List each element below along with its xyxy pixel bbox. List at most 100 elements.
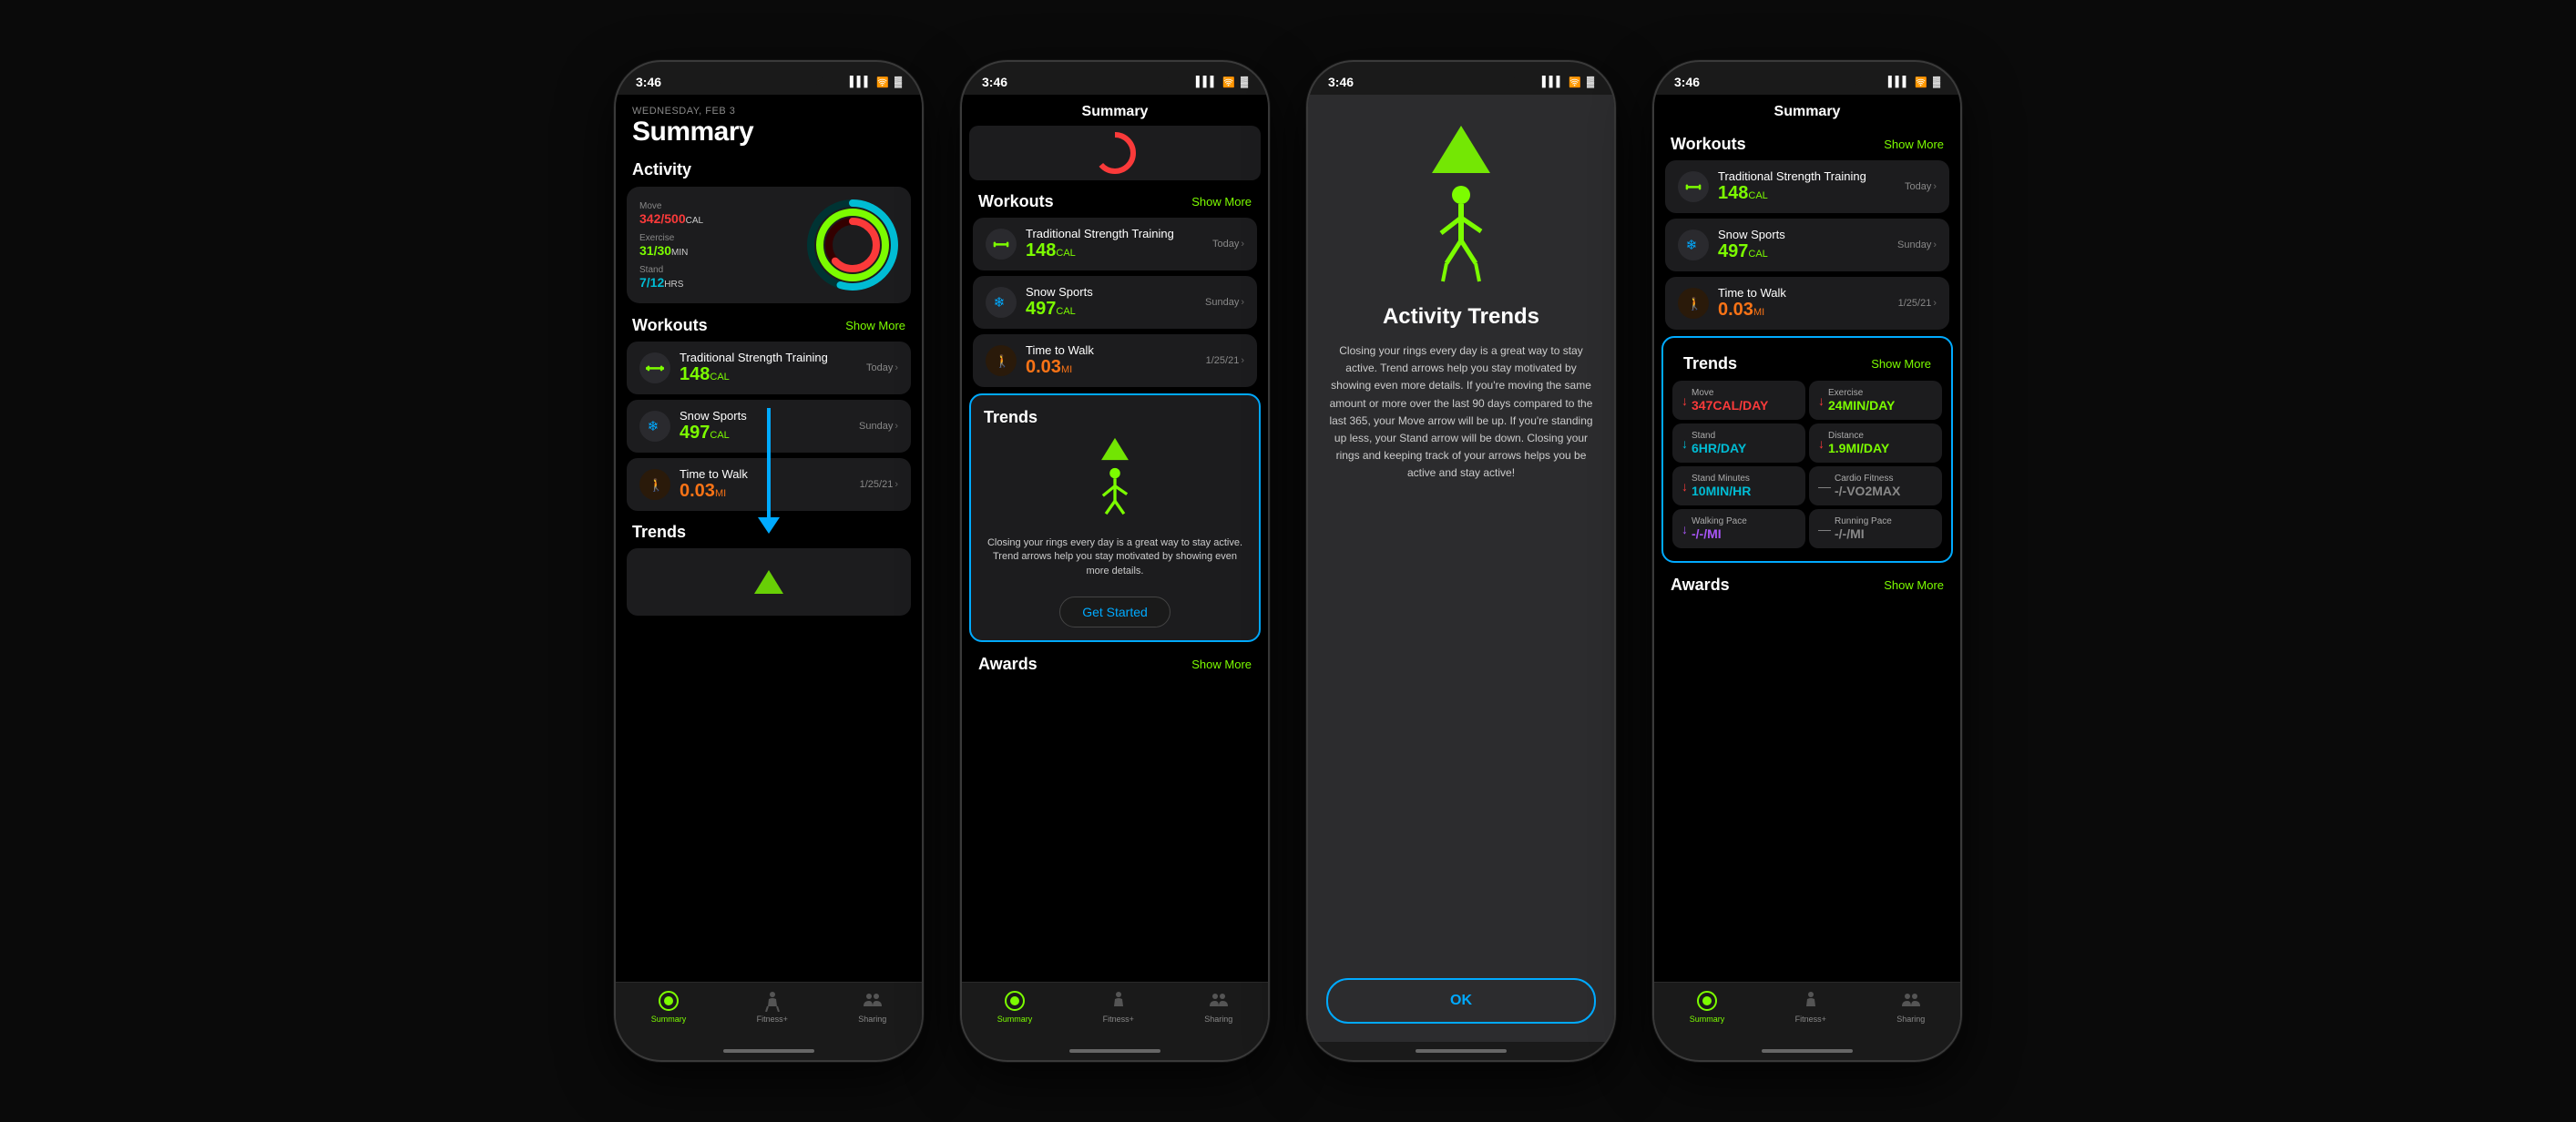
workouts-show-more-s4[interactable]: Show More xyxy=(1884,138,1944,151)
workout-walk-cal-s4: 0.03MI xyxy=(1718,300,1889,321)
svg-text:🚶: 🚶 xyxy=(649,477,664,492)
trends-section-header-s4: Trends Show More xyxy=(1672,347,1942,377)
status-time-3: 3:46 xyxy=(1328,75,1354,89)
trends-desc-s2: Closing your rings every day is a great … xyxy=(984,536,1246,578)
trends-up-arrow-s2 xyxy=(1097,436,1133,462)
tab-fitness-2[interactable]: Fitness+ xyxy=(1103,990,1134,1024)
modal-up-arrow xyxy=(1425,122,1498,177)
strength-icon xyxy=(639,352,670,383)
sharing-icon-1 xyxy=(862,990,884,1012)
exercise-label: Exercise xyxy=(639,233,794,243)
activity-rings-area: Move 342/500CAL Exercise 31/30MIN Stand … xyxy=(627,187,911,303)
trend-stand-min: ↓ Stand Minutes 10MIN/HR xyxy=(1672,466,1805,505)
trends-box-title: Trends xyxy=(984,408,1246,427)
trend-cardio-row: — Cardio Fitness -/-VO2MAX xyxy=(1818,474,1933,498)
workout-item-strength-s4[interactable]: Traditional Strength Training 148CAL Tod… xyxy=(1665,160,1949,213)
modal-walker-figure xyxy=(1425,186,1498,286)
trend-run-pace-info: Running Pace -/-/MI xyxy=(1835,516,1892,541)
tab-fitness-4[interactable]: Fitness+ xyxy=(1795,990,1826,1024)
exercise-value: 31/30MIN xyxy=(639,243,794,258)
screen2-title: Summary xyxy=(962,95,1268,126)
home-bar-1 xyxy=(723,1049,814,1053)
battery-icon: ▓ xyxy=(894,76,902,87)
trend-stand-info: Stand 6HR/DAY xyxy=(1692,431,1746,455)
workout-snow-cal-s4: 497CAL xyxy=(1718,241,1888,262)
tab-sharing-1[interactable]: Sharing xyxy=(858,990,886,1024)
signal-icon-3: ▌▌▌ xyxy=(1542,76,1563,87)
snow-svg-s2: ❄ xyxy=(992,293,1010,311)
tab-bar-2: Summary Fitness+ Sharing xyxy=(962,982,1268,1042)
battery-icon-4: ▓ xyxy=(1933,76,1940,87)
tab-bar-1: Summary Fitness+ xyxy=(616,982,922,1042)
workout-walk-meta-s4: 1/25/21 › xyxy=(1898,298,1937,309)
workout-walk-name-s4: Time to Walk xyxy=(1718,286,1889,300)
workout-item-strength[interactable]: Traditional Strength Training 148CAL Tod… xyxy=(627,342,911,394)
status-time-4: 3:46 xyxy=(1674,75,1700,89)
workout-item-snow-s4[interactable]: ❄ Snow Sports 497CAL Sunday › xyxy=(1665,219,1949,271)
awards-show-more-s2[interactable]: Show More xyxy=(1191,658,1252,671)
workout-strength-info-s4: Traditional Strength Training 148CAL xyxy=(1718,169,1896,204)
workout-snow-meta-s2: Sunday › xyxy=(1205,297,1244,308)
partial-top xyxy=(969,126,1261,180)
exercise-stat: Exercise 31/30MIN xyxy=(639,233,794,258)
blue-arrow-indicator xyxy=(758,408,780,534)
home-indicator-2 xyxy=(962,1042,1268,1060)
get-started-wrapper: Get Started xyxy=(984,587,1246,627)
tab-sharing-4[interactable]: Sharing xyxy=(1896,990,1925,1024)
screen-4: Summary Workouts Show More Traditional S… xyxy=(1654,95,1960,982)
battery-icon-3: ▓ xyxy=(1587,76,1594,87)
workout-strength-cal: 148CAL xyxy=(680,364,857,385)
phone-1: 3:46 ▌▌▌ 🛜 ▓ WEDNESDAY, FEB 3 Summary Ac… xyxy=(614,60,924,1062)
workout-walk-info-s4: Time to Walk 0.03MI xyxy=(1718,286,1889,321)
workout-strength-name-s4: Traditional Strength Training xyxy=(1718,169,1896,183)
home-bar-4 xyxy=(1762,1049,1853,1053)
workout-strength-name: Traditional Strength Training xyxy=(680,351,857,364)
trend-run-pace-value: -/-/MI xyxy=(1835,526,1892,541)
sharing-icon-2 xyxy=(1208,990,1230,1012)
workouts-show-more[interactable]: Show More xyxy=(845,319,905,332)
trend-move-row: ↓ Move 347CAL/DAY xyxy=(1682,388,1796,413)
modal-desc: Closing your rings every day is a great … xyxy=(1326,342,1596,483)
strength-svg-s4 xyxy=(1684,178,1702,196)
tab-summary-1[interactable]: Summary xyxy=(651,990,687,1024)
workout-strength-cal-s2: 148CAL xyxy=(1026,240,1203,261)
home-indicator-4 xyxy=(1654,1042,1960,1060)
signal-icon-4: ▌▌▌ xyxy=(1888,76,1909,87)
activity-rings xyxy=(807,199,898,291)
home-indicator-3 xyxy=(1308,1042,1614,1060)
trend-exercise-value: 24MIN/DAY xyxy=(1828,398,1895,413)
workout-item-walk-s4[interactable]: 🚶 Time to Walk 0.03MI 1/25/21 › xyxy=(1665,277,1949,330)
strength-svg-s2 xyxy=(992,235,1010,253)
workout-item-snow-s2[interactable]: ❄ Snow Sports 497CAL Sunday › xyxy=(973,276,1257,329)
tab-summary-4[interactable]: Summary xyxy=(1690,990,1725,1024)
workout-snow-name-s2: Snow Sports xyxy=(1026,285,1196,299)
get-started-button[interactable]: Get Started xyxy=(1059,597,1170,627)
exercise-arrow-icon: ↓ xyxy=(1818,393,1825,408)
walk-svg-s4: 🚶 xyxy=(1684,294,1702,312)
workout-item-strength-s2[interactable]: Traditional Strength Training 148CAL Tod… xyxy=(973,218,1257,270)
fitness-person-icon xyxy=(762,990,783,1012)
workouts-title-s4: Workouts xyxy=(1671,135,1746,154)
tab-fitness-1[interactable]: Fitness+ xyxy=(757,990,788,1024)
workout-snow-info-s4: Snow Sports 497CAL xyxy=(1718,228,1888,262)
tab-summary-2[interactable]: Summary xyxy=(997,990,1033,1024)
workout-item-walk-s2[interactable]: 🚶 Time to Walk 0.03MI 1/25/21 › xyxy=(973,334,1257,387)
tab-label-summary-1: Summary xyxy=(651,1015,687,1024)
tab-label-sharing-2: Sharing xyxy=(1204,1015,1232,1024)
trend-stand-min-info: Stand Minutes 10MIN/HR xyxy=(1692,474,1751,498)
trend-stand-min-row: ↓ Stand Minutes 10MIN/HR xyxy=(1682,474,1796,498)
trend-walk-pace: ↓ Walking Pace -/-/MI xyxy=(1672,509,1805,548)
status-icons-2: ▌▌▌ 🛜 ▓ xyxy=(1196,76,1248,88)
workouts-show-more-s2[interactable]: Show More xyxy=(1191,195,1252,209)
wifi-icon-3: 🛜 xyxy=(1569,76,1581,88)
ok-button[interactable]: OK xyxy=(1326,978,1596,1024)
tab-sharing-2[interactable]: Sharing xyxy=(1204,990,1232,1024)
tab-label-summary-4: Summary xyxy=(1690,1015,1725,1024)
workout-strength-meta-s4: Today › xyxy=(1905,181,1937,192)
awards-show-more-s4[interactable]: Show More xyxy=(1884,578,1944,592)
trends-preview-s1 xyxy=(639,559,898,605)
trends-show-more-s4[interactable]: Show More xyxy=(1871,357,1931,371)
trend-stand-row: ↓ Stand 6HR/DAY xyxy=(1682,431,1796,455)
summary-icon-1 xyxy=(658,990,680,1012)
arrow-line xyxy=(767,408,771,517)
